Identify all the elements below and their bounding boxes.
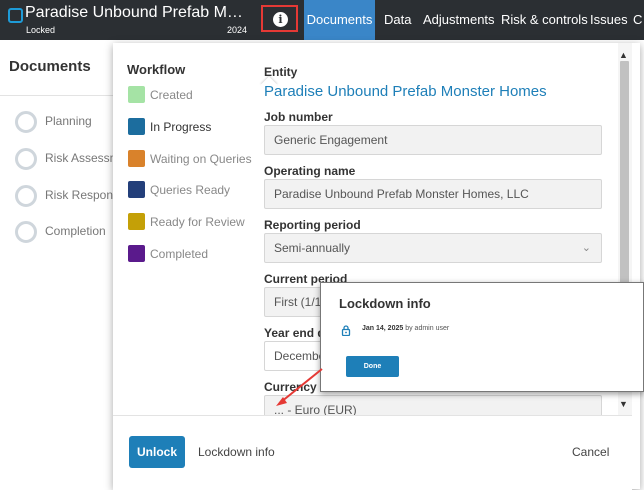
tab-adjustments[interactable]: Adjustments	[423, 0, 495, 40]
current-period-value: First (1/1/	[274, 295, 325, 309]
status-swatch	[128, 245, 145, 262]
entity-checkbox-icon[interactable]	[8, 8, 23, 23]
lock-status: Locked	[26, 25, 56, 35]
workflow-label: Created	[150, 88, 193, 102]
status-swatch	[128, 181, 145, 198]
entity-info-panel: Workflow Created In Progress Waiting on …	[113, 43, 640, 490]
done-button[interactable]: Done	[346, 356, 399, 377]
lockdown-info-popup: Lockdown info Jan 14, 2025 by admin user…	[320, 282, 644, 392]
status-swatch	[128, 150, 145, 167]
step-circle-icon	[15, 221, 37, 243]
lockdown-date: Jan 14, 2025 by admin user	[362, 325, 449, 332]
workflow-label: In Progress	[150, 120, 212, 134]
entity-link[interactable]: Paradise Unbound Prefab Monster Homes	[264, 83, 547, 100]
scroll-up-icon[interactable]: ▲	[619, 50, 628, 60]
entity-year: 2024	[227, 25, 248, 35]
workflow-label: Waiting on Queries	[150, 152, 252, 166]
cancel-button[interactable]: Cancel	[572, 445, 609, 459]
lock-icon	[341, 325, 351, 336]
chevron-down-icon: ⌄	[581, 242, 591, 254]
status-swatch	[128, 118, 145, 135]
tab-data[interactable]: Data	[384, 0, 411, 40]
tab-risk-controls[interactable]: Risk & controls	[501, 0, 588, 40]
step-circle-icon	[15, 111, 37, 133]
operating-name-label: Operating name	[264, 164, 356, 178]
reporting-period-label: Reporting period	[264, 218, 361, 232]
scroll-down-icon[interactable]: ▼	[619, 399, 628, 409]
reporting-period-value: Semi-annually	[274, 241, 351, 255]
status-swatch	[128, 213, 145, 230]
lockdown-user: by admin user	[405, 325, 450, 332]
top-bar: Paradise Unbound Prefab Monster Homes Lo…	[0, 0, 644, 40]
workflow-title: Workflow	[127, 62, 186, 77]
reporting-period-select[interactable]: Semi-annually ⌄	[264, 233, 602, 263]
step-circle-icon	[15, 148, 37, 170]
documents-title: Documents	[9, 58, 91, 75]
tab-documents[interactable]: Documents	[304, 0, 375, 40]
info-button[interactable]: i	[261, 5, 298, 32]
scroll-thumb[interactable]	[620, 61, 629, 306]
job-number-label: Job number	[264, 110, 333, 124]
entity-label: Entity	[264, 65, 298, 79]
tab-issues[interactable]: Issues	[590, 0, 628, 40]
info-icon: i	[273, 12, 288, 27]
workflow-label: Queries Ready	[150, 183, 231, 197]
step-label: Completion	[45, 224, 106, 238]
step-label: Planning	[45, 114, 92, 128]
lockdown-date-value: Jan 14, 2025	[362, 325, 404, 332]
workflow-label: Ready for Review	[150, 215, 245, 229]
unlock-button[interactable]: Unlock	[129, 436, 185, 468]
lockdown-popup-title: Lockdown info	[339, 296, 431, 311]
workflow-label: Completed	[150, 247, 209, 261]
panel-footer: Unlock Lockdown info Cancel	[113, 415, 632, 490]
job-number-field[interactable]: Generic Engagement	[264, 125, 602, 155]
divider	[0, 95, 120, 96]
lockdown-info-link[interactable]: Lockdown info	[198, 445, 275, 459]
tab-more[interactable]: C	[633, 0, 642, 40]
status-swatch	[128, 86, 145, 103]
currency-label: Currency	[264, 380, 317, 394]
step-circle-icon	[15, 185, 37, 207]
operating-name-field[interactable]: Paradise Unbound Prefab Monster Homes, L…	[264, 179, 602, 209]
entity-title[interactable]: Paradise Unbound Prefab Monster Homes	[25, 4, 250, 22]
